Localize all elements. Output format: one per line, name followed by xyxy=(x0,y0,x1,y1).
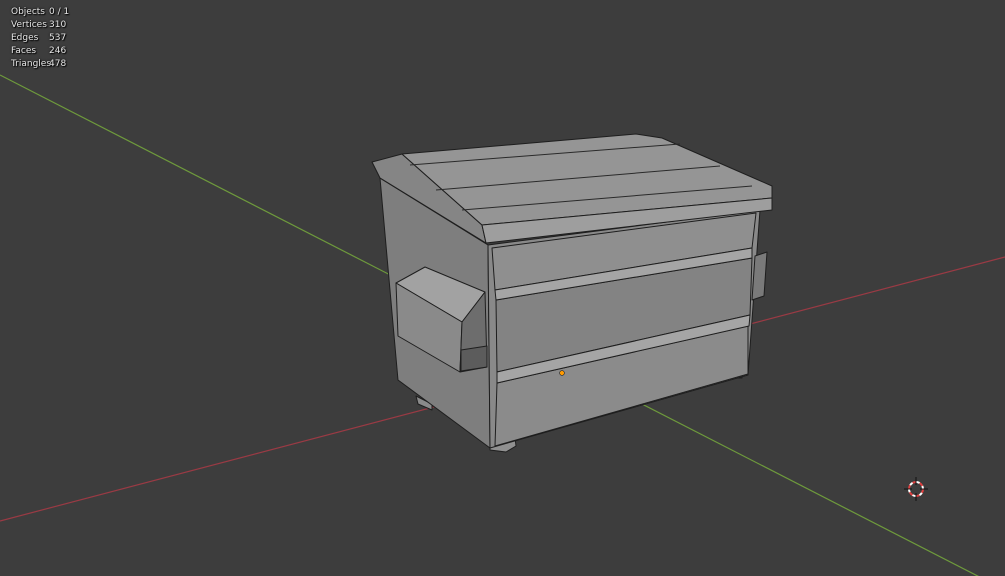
stat-objects: Objects 0 / 1 xyxy=(11,6,69,19)
stat-value: 310 xyxy=(49,20,67,30)
stat-vertices: Vertices 310 xyxy=(11,19,69,32)
stat-edges: Edges 537 xyxy=(11,32,69,45)
3d-viewport[interactable]: Objects 0 / 1 Vertices 310 Edges 537 Fac… xyxy=(0,0,1005,576)
stat-value: 478 xyxy=(49,59,67,69)
scene-statistics: Objects 0 / 1 Vertices 310 Edges 537 Fac… xyxy=(11,6,69,71)
dumpster-model[interactable] xyxy=(371,133,773,453)
stat-triangles: Triangles 478 xyxy=(11,58,69,71)
stat-value: 537 xyxy=(49,33,67,43)
stat-faces: Faces 246 xyxy=(11,45,69,58)
viewport-scene[interactable] xyxy=(0,0,1005,576)
stat-label: Objects xyxy=(11,7,46,17)
stat-label: Triangles xyxy=(11,59,52,69)
stat-label: Edges xyxy=(11,33,39,43)
stat-value: 0 / 1 xyxy=(49,7,70,17)
stat-label: Faces xyxy=(11,46,37,56)
3d-cursor-icon[interactable] xyxy=(904,477,928,501)
stat-value: 246 xyxy=(49,46,67,56)
stat-label: Vertices xyxy=(11,20,47,30)
side-pocket-left-slot xyxy=(460,345,488,372)
object-origin-icon[interactable] xyxy=(559,370,565,376)
